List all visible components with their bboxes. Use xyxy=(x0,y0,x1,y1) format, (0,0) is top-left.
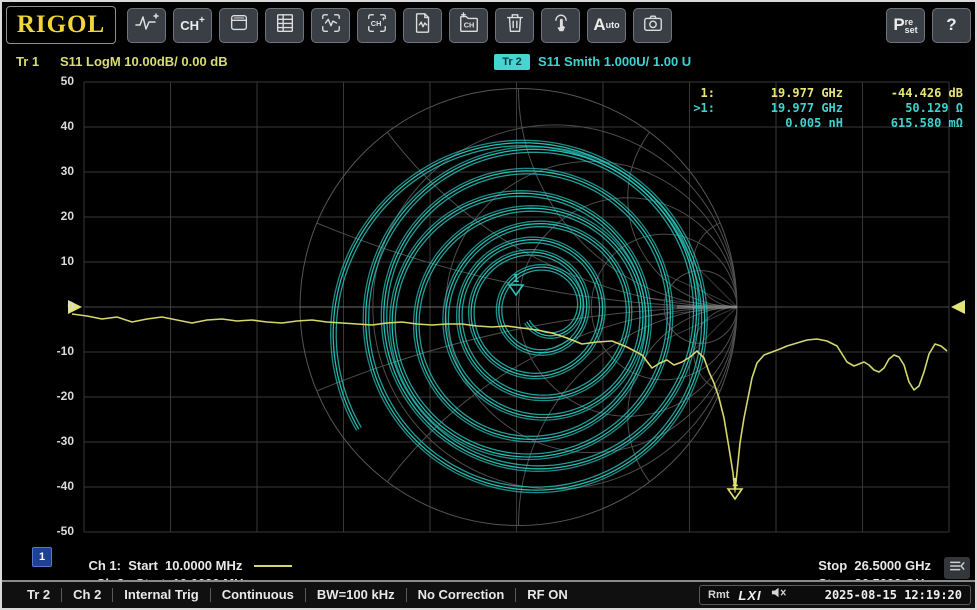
ref-level-marker-right[interactable] xyxy=(951,300,965,314)
toolbar: RIGOL CH+ CH+ xyxy=(6,5,971,45)
auto-label-small: uto xyxy=(606,20,620,30)
pulse-plus-icon xyxy=(135,12,159,39)
ytick-n30: -30 xyxy=(38,434,74,448)
svg-text:1: 1 xyxy=(513,272,520,285)
ytick-40: 40 xyxy=(38,119,74,133)
svg-text:1: 1 xyxy=(732,476,739,489)
marker-row-tr1: 1: 19.977 GHz -44.426 dB xyxy=(681,86,963,101)
frame-channel-icon: CH+ xyxy=(366,12,388,39)
status-sweep[interactable]: Continuous xyxy=(210,588,305,602)
trace-window-button[interactable] xyxy=(311,8,350,43)
delete-button[interactable] xyxy=(495,8,534,43)
channel-add-plus: + xyxy=(199,15,205,26)
ytick-0: 0 xyxy=(38,299,74,313)
remote-indicator: Rmt xyxy=(708,589,729,601)
ytick-n50: -50 xyxy=(38,524,74,538)
trace-add-button[interactable] xyxy=(127,8,166,43)
ytick-10: 10 xyxy=(38,254,74,268)
ytick-n40: -40 xyxy=(38,479,74,493)
status-trigger[interactable]: Internal Trig xyxy=(112,588,209,602)
preset-button[interactable]: P re set xyxy=(886,8,925,43)
status-channel[interactable]: Ch 2 xyxy=(61,588,112,602)
system-status-box: Rmt LXI 2025-08-15 12:19:20 xyxy=(699,585,971,605)
window-layout-button[interactable] xyxy=(219,8,258,43)
trace-file-button[interactable] xyxy=(403,8,442,43)
trace1-logm-path xyxy=(72,314,947,492)
screenshot-button[interactable] xyxy=(633,8,672,43)
status-rf[interactable]: RF ON xyxy=(515,588,578,602)
auto-button[interactable]: Auto xyxy=(587,8,626,43)
menu-collapse-button[interactable] xyxy=(944,557,970,579)
svg-text:CH: CH xyxy=(370,18,381,27)
ytick-n20: -20 xyxy=(38,389,74,403)
menu-collapse-icon xyxy=(948,558,966,579)
trace1-id[interactable]: Tr 1 xyxy=(16,54,39,69)
status-bandwidth[interactable]: BW=100 kHz xyxy=(305,588,406,602)
touch-icon xyxy=(550,12,572,39)
marker-row-tr2-aux: 0.005 nH 615.580 mΩ xyxy=(681,116,963,131)
preset-label-small: re set xyxy=(905,18,918,34)
trace2-badge[interactable]: Tr 2 xyxy=(494,54,530,70)
datetime: 2025-08-15 12:19:20 xyxy=(825,588,962,602)
auto-label-big: A xyxy=(593,15,605,35)
folder-channel-icon: CH xyxy=(458,12,480,39)
marker-row-tr2: >1: 19.977 GHz 50.129 Ω xyxy=(681,101,963,116)
mute-icon[interactable] xyxy=(771,586,787,604)
camera-icon xyxy=(642,12,664,39)
channel-window-button[interactable]: CH+ xyxy=(357,8,396,43)
help-icon: ? xyxy=(946,15,956,35)
channel-indicator-badge[interactable]: 1 xyxy=(32,547,52,567)
frame-pulse-icon xyxy=(320,12,342,39)
channel-file-button[interactable]: CH xyxy=(449,8,488,43)
touch-button[interactable] xyxy=(541,8,580,43)
status-correction[interactable]: No Correction xyxy=(406,588,516,602)
status-bar: Tr 2 Ch 2 Internal Trig Continuous BW=10… xyxy=(2,580,975,608)
lxi-logo: LXI xyxy=(738,588,761,603)
preset-label-big: P xyxy=(893,15,904,35)
ytick-50: 50 xyxy=(38,74,74,88)
svg-text:+: + xyxy=(381,16,385,23)
help-button[interactable]: ? xyxy=(932,8,971,43)
svg-text:CH: CH xyxy=(463,20,474,29)
rigol-logo: RIGOL xyxy=(6,6,116,44)
trace-info-bar: Tr 1 S11 LogM 10.00dB/ 0.00 dB Tr 2 S11 … xyxy=(2,54,975,74)
marker-readout: 1: 19.977 GHz -44.426 dB >1: 19.977 GHz … xyxy=(681,86,963,131)
window-icon xyxy=(228,12,250,39)
table-icon xyxy=(274,12,296,39)
trace2-params[interactable]: S11 Smith 1.000U/ 1.00 U xyxy=(538,54,691,69)
ytick-20: 20 xyxy=(38,209,74,223)
channel-table-button[interactable] xyxy=(265,8,304,43)
channel-add-button[interactable]: CH+ xyxy=(173,8,212,43)
channel-add-label: CH xyxy=(180,18,199,33)
vna-screen: RIGOL CH+ CH+ xyxy=(0,0,977,610)
ytick-30: 30 xyxy=(38,164,74,178)
trash-icon xyxy=(504,12,526,39)
trace1-params[interactable]: S11 LogM 10.00dB/ 0.00 dB xyxy=(60,54,228,69)
ytick-n10: -10 xyxy=(38,344,74,358)
rigol-logo-text: RIGOL xyxy=(17,11,105,39)
document-pulse-icon xyxy=(412,12,434,39)
status-trace[interactable]: Tr 2 xyxy=(16,588,61,602)
